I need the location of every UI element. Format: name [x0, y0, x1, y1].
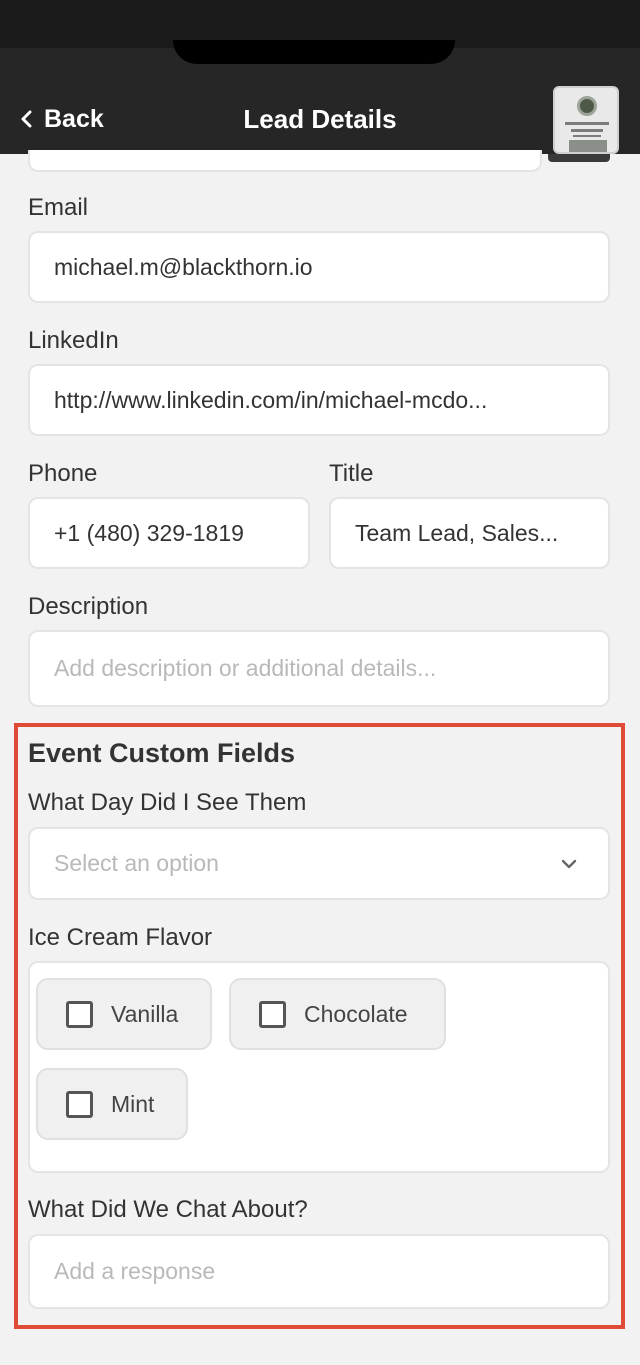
chevron-left-icon: [21, 110, 32, 128]
chat-label: What Did We Chat About?: [28, 1196, 308, 1223]
title-label: Title: [329, 460, 374, 487]
chevron-down-icon: [561, 859, 577, 868]
back-button[interactable]: Back: [20, 100, 104, 138]
option-label: Mint: [111, 1090, 155, 1117]
ice-cream-label: Ice Cream Flavor: [28, 924, 213, 951]
chat-placeholder: Add a response: [54, 1258, 216, 1284]
option-label: Vanilla: [111, 1000, 179, 1027]
option-chocolate[interactable]: Chocolate: [229, 978, 446, 1050]
custom-fields-section-title: Event Custom Fields: [28, 738, 296, 768]
checkbox-icon[interactable]: [66, 1000, 93, 1028]
back-label: Back: [44, 104, 104, 133]
phone-field[interactable]: +1 (480) 329-1819: [28, 497, 310, 569]
linkedin-field[interactable]: http://www.linkedin.com/in/michael-mcdo.…: [28, 364, 610, 436]
linkedin-value: http://www.linkedin.com/in/michael-mcdo.…: [54, 386, 488, 413]
description-field[interactable]: Add description or additional details...: [28, 630, 610, 707]
linkedin-label: LinkedIn: [28, 327, 119, 354]
option-label: Chocolate: [304, 1000, 408, 1027]
business-card-thumbnail-icon[interactable]: [553, 86, 619, 154]
checkbox-icon[interactable]: [66, 1090, 93, 1118]
description-label: Description: [28, 593, 149, 620]
device-notch: [173, 40, 455, 64]
phone-value: +1 (480) 329-1819: [54, 519, 244, 546]
title-value: Team Lead, Sales...: [355, 519, 559, 546]
chat-response-field[interactable]: Add a response: [28, 1234, 610, 1309]
option-vanilla[interactable]: Vanilla: [36, 978, 212, 1050]
description-placeholder: Add description or additional details...: [54, 655, 437, 681]
phone-label: Phone: [28, 460, 98, 487]
email-value: michael.m@blackthorn.io: [54, 253, 313, 280]
previous-field-box[interactable]: [28, 150, 542, 172]
day-seen-placeholder: Select an option: [54, 850, 219, 876]
day-seen-label: What Day Did I See Them: [28, 789, 307, 816]
title-field[interactable]: Team Lead, Sales...: [329, 497, 610, 569]
option-mint[interactable]: Mint: [36, 1068, 188, 1140]
day-seen-select[interactable]: Select an option: [28, 827, 610, 900]
email-field[interactable]: michael.m@blackthorn.io: [28, 231, 610, 303]
thumbnail-shadow: [548, 154, 610, 162]
email-label: Email: [28, 194, 89, 221]
checkbox-icon[interactable]: [259, 1000, 286, 1028]
